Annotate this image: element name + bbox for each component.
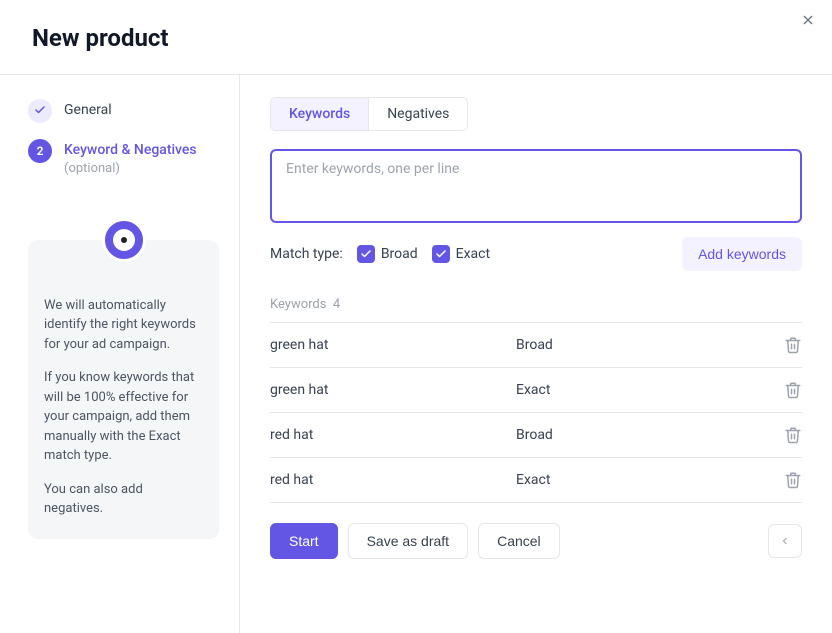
step-sub-keywords: (optional)	[64, 161, 197, 176]
delete-keyword-button[interactable]	[784, 381, 802, 399]
check-icon	[34, 104, 46, 119]
sidebar: General 2 Keyword & Negatives (optional)…	[0, 75, 240, 633]
keywords-list-header: Keywords 4	[270, 297, 802, 323]
close-icon	[800, 12, 816, 32]
keywords-list: green hatBroadgreen hatExactred hatBroad…	[270, 323, 802, 503]
main-panel: Keywords Negatives Match type: Broad Exa…	[240, 75, 832, 633]
trash-icon	[784, 477, 802, 493]
start-button[interactable]: Start	[270, 523, 338, 559]
checkbox-exact-label: Exact	[456, 246, 490, 262]
add-keywords-button[interactable]: Add keywords	[682, 237, 802, 271]
avatar	[102, 218, 146, 262]
keyword-cell: green hat	[270, 337, 516, 353]
dialog-body: General 2 Keyword & Negatives (optional)…	[0, 75, 832, 633]
help-card: We will automatically identify the right…	[28, 240, 219, 539]
close-button[interactable]	[798, 12, 818, 32]
step-badge-keywords: 2	[28, 139, 52, 163]
keyword-row: red hatBroad	[270, 413, 802, 458]
trash-icon	[784, 342, 802, 358]
match-row: Match type: Broad Exact Add keywords	[270, 237, 802, 271]
delete-keyword-button[interactable]	[784, 336, 802, 354]
keyword-cell: red hat	[270, 427, 516, 443]
tabs: Keywords Negatives	[270, 97, 468, 131]
step-general[interactable]: General	[28, 99, 219, 123]
trash-icon	[784, 432, 802, 448]
help-p3: You can also add negatives.	[44, 480, 203, 519]
keywords-count: 4	[333, 297, 340, 312]
keywords-input[interactable]	[270, 149, 802, 223]
keyword-row: green hatExact	[270, 368, 802, 413]
step-label-general: General	[64, 99, 112, 121]
match-type-cell: Exact	[516, 472, 762, 488]
checkbox-broad-label: Broad	[381, 246, 418, 262]
keyword-row: red hatExact	[270, 458, 802, 503]
keyword-cell: green hat	[270, 382, 516, 398]
checkbox-exact[interactable]: Exact	[432, 245, 490, 263]
help-p1: We will automatically identify the right…	[44, 296, 203, 355]
match-type-cell: Exact	[516, 382, 762, 398]
tab-negatives[interactable]: Negatives	[368, 98, 467, 130]
checkbox-broad[interactable]: Broad	[357, 245, 418, 263]
step-badge-general	[28, 99, 52, 123]
match-type-label: Match type:	[270, 246, 343, 262]
chevron-left-icon	[779, 532, 791, 551]
page-title: New product	[32, 24, 169, 52]
checkbox-broad-box	[357, 245, 375, 263]
checkbox-exact-box	[432, 245, 450, 263]
cancel-button[interactable]: Cancel	[478, 523, 560, 559]
keyword-cell: red hat	[270, 472, 516, 488]
match-type-cell: Broad	[516, 337, 762, 353]
dialog-header: New product	[0, 0, 832, 75]
delete-keyword-button[interactable]	[784, 471, 802, 489]
match-type-cell: Broad	[516, 427, 762, 443]
robot-icon	[113, 229, 135, 251]
keywords-list-header-label: Keywords	[270, 297, 326, 312]
keyword-row: green hatBroad	[270, 323, 802, 368]
footer-actions: Start Save as draft Cancel	[270, 523, 802, 559]
help-p2: If you know keywords that will be 100% e…	[44, 368, 203, 466]
prev-page-button[interactable]	[768, 524, 802, 558]
tab-keywords[interactable]: Keywords	[271, 98, 368, 130]
delete-keyword-button[interactable]	[784, 426, 802, 444]
step-label-keywords: Keyword & Negatives	[64, 139, 197, 161]
trash-icon	[784, 387, 802, 403]
step-keywords[interactable]: 2 Keyword & Negatives (optional)	[28, 139, 219, 176]
save-draft-button[interactable]: Save as draft	[348, 523, 469, 559]
